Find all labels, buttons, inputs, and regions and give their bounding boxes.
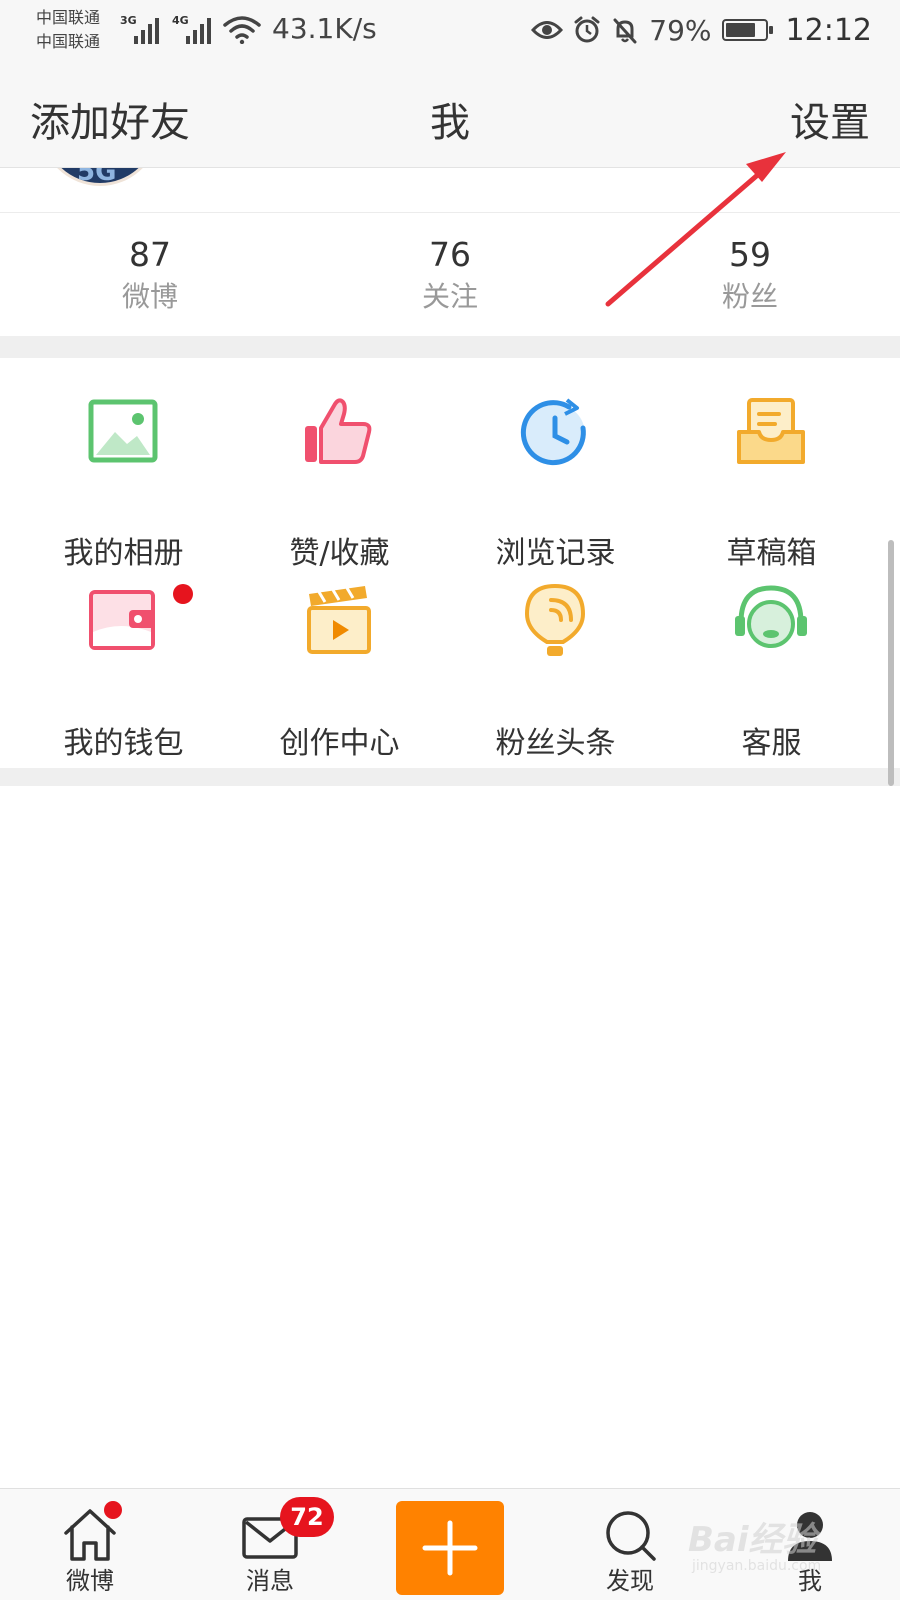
thumbs-up-icon (305, 398, 372, 464)
carrier-2: 中国联通 (36, 32, 101, 51)
headset-icon (735, 585, 807, 648)
tab-discover[interactable]: 发现 (560, 1489, 700, 1600)
profile-icon (788, 1512, 832, 1561)
grid-item-label: 我的相册 (63, 536, 184, 571)
eye-icon (531, 21, 564, 39)
grid-item-label: 粉丝头条 (495, 726, 616, 761)
alarm-icon (574, 16, 600, 43)
drafts-tray-icon (737, 398, 805, 464)
grid-item-photo-album[interactable]: 我的相册 (16, 392, 231, 582)
grid-item-label: 草稿箱 (726, 536, 817, 571)
stat-label: 关注 (421, 280, 478, 313)
section-separator (0, 336, 900, 358)
grid-item-label: 浏览记录 (495, 536, 616, 571)
network-speed: 43.1K/s (272, 12, 377, 45)
tab-label: 消息 (246, 1567, 294, 1595)
profile-stats: 87 微博 76 关注 59 粉丝 (0, 213, 900, 336)
tab-messages[interactable]: 72 消息 (200, 1489, 340, 1600)
nav-bar: 我 添加好友 设置 (0, 64, 900, 168)
stat-value: 87 (129, 235, 171, 274)
stat-following[interactable]: 76 关注 (300, 213, 600, 336)
photo-album-icon (88, 399, 158, 463)
notification-dot (173, 584, 193, 604)
grid-item-creator-center[interactable]: 创作中心 (232, 580, 447, 770)
clock: 12:12 (785, 12, 872, 48)
stat-label: 微博 (121, 280, 178, 313)
tab-label: 发现 (606, 1567, 654, 1595)
notification-dot (104, 1501, 122, 1519)
avatar[interactable] (40, 168, 160, 186)
clapperboard-icon (307, 586, 371, 654)
status-bar: 中国联通 中国联通 3G 4G 43.1K/s 79% 12:12 (0, 0, 900, 64)
battery-fill (725, 23, 755, 37)
tab-bar: 微博 72 消息 发现 我 (0, 1488, 900, 1600)
add-friend-button[interactable]: 添加好友 (30, 90, 190, 148)
scrollbar[interactable] (888, 540, 894, 786)
grid-item-label: 赞/收藏 (289, 536, 390, 571)
settings-button[interactable]: 设置 (790, 90, 870, 148)
carrier-1: 中国联通 (36, 8, 101, 27)
status-right: 79% 12:12 (531, 12, 872, 48)
tab-home[interactable]: 微博 (20, 1489, 160, 1600)
stat-weibo[interactable]: 87 微博 (0, 213, 300, 336)
search-icon (606, 1511, 656, 1561)
mute-bell-icon (613, 18, 637, 44)
stat-followers[interactable]: 59 粉丝 (600, 213, 900, 336)
wallet-icon (89, 590, 155, 650)
tab-label: 微博 (66, 1567, 114, 1595)
stat-value: 59 (729, 235, 771, 274)
grid-item-wallet[interactable]: 我的钱包 (16, 580, 231, 770)
unread-badge: 72 (280, 1497, 334, 1537)
tab-label: 我 (798, 1567, 822, 1595)
plus-icon (422, 1520, 478, 1576)
grid-item-label: 创作中心 (279, 726, 400, 761)
wifi-icon (223, 16, 261, 44)
feature-grid: 我的相册 赞/收藏 浏览记录 草稿箱 我的钱包 创作中心 粉丝头条 客服 (0, 358, 900, 768)
section-separator (0, 768, 900, 786)
history-clock-icon (520, 398, 586, 466)
tab-me[interactable]: 我 (740, 1489, 880, 1600)
grid-item-label: 我的钱包 (63, 726, 184, 761)
stat-value: 76 (429, 235, 471, 274)
compose-button[interactable] (396, 1501, 504, 1595)
hot-air-balloon-icon (524, 583, 586, 656)
grid-item-drafts[interactable]: 草稿箱 (664, 392, 879, 582)
battery-percent: 79% (649, 13, 712, 47)
grid-item-customer-service[interactable]: 客服 (664, 580, 879, 770)
carrier-info: 中国联通 中国联通 (36, 6, 100, 54)
battery-icon (721, 19, 773, 41)
grid-item-likes[interactable]: 赞/收藏 (232, 392, 447, 582)
grid-item-label: 客服 (741, 726, 802, 761)
grid-item-history[interactable]: 浏览记录 (448, 392, 663, 582)
grid-item-fans-headline[interactable]: 粉丝头条 (448, 580, 663, 770)
stat-label: 粉丝 (721, 280, 778, 313)
